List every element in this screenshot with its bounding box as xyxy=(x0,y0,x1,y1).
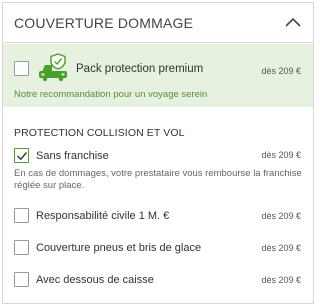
tires-glass-price: dès 209 € xyxy=(261,243,301,253)
liability-label[interactable]: Responsabilité civile 1 M. € xyxy=(36,210,169,222)
tires-glass-checkbox[interactable] xyxy=(14,240,29,255)
damage-coverage-panel: COUVERTURE DOMMAGE Pack protection premi… xyxy=(2,2,314,304)
no-deductible-price: dès 209 € xyxy=(261,150,301,160)
recommendation-box: Pack protection premium dès 209 € Notre … xyxy=(3,44,313,107)
liability-price: dès 209 € xyxy=(261,211,301,221)
chevron-up-icon[interactable] xyxy=(283,15,303,29)
no-deductible-checkbox[interactable] xyxy=(14,148,29,163)
underbody-label[interactable]: Avec dessous de caisse xyxy=(36,274,154,286)
no-deductible-description: En cas de dommages, votre prestataire vo… xyxy=(14,168,302,191)
checkmark-icon xyxy=(17,152,28,161)
underbody-price: dès 209 € xyxy=(261,275,301,285)
recommendation-subtitle: Notre recommandation pour un voyage sere… xyxy=(14,89,208,100)
tires-glass-label[interactable]: Couverture pneus et bris de glace xyxy=(36,242,201,254)
section-title: PROTECTION COLLISION ET VOL xyxy=(14,127,185,139)
no-deductible-label[interactable]: Sans franchise xyxy=(36,150,109,162)
panel-header[interactable]: COUVERTURE DOMMAGE xyxy=(3,3,313,43)
premium-pack-checkbox[interactable] xyxy=(14,61,29,76)
underbody-checkbox[interactable] xyxy=(14,272,29,287)
premium-pack-label[interactable]: Pack protection premium xyxy=(76,63,203,75)
premium-pack-price: dès 209 € xyxy=(261,66,301,76)
liability-checkbox[interactable] xyxy=(14,208,29,223)
car-shield-icon xyxy=(39,53,67,82)
panel-title: COUVERTURE DOMMAGE xyxy=(14,15,194,31)
